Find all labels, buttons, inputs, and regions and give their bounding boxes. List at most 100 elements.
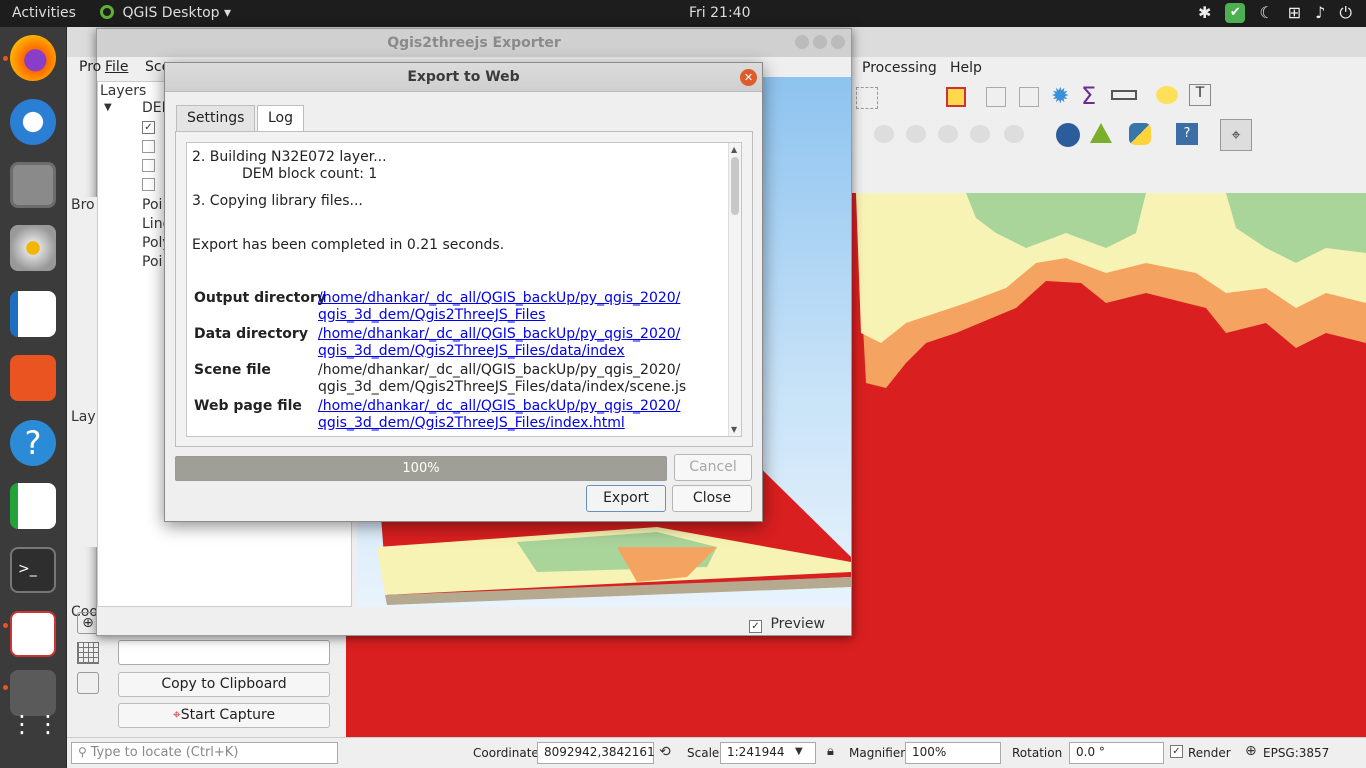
app-menu[interactable]: QGIS Desktop ▾	[100, 5, 231, 21]
preview-checkbox[interactable]: ✓	[749, 620, 762, 633]
volume-icon[interactable]: ♪	[1315, 3, 1325, 23]
export-button[interactable]: Export	[586, 485, 666, 512]
network-icon[interactable]: ⊞	[1288, 3, 1301, 23]
activities-button[interactable]: Activities	[12, 5, 76, 21]
locate-search-input[interactable]: ⚲ Type to locate (Ctrl+K)	[71, 742, 338, 764]
coordinate-field[interactable]: 8092942,3842161	[537, 742, 655, 764]
firefox-icon[interactable]	[10, 35, 56, 81]
rhythmbox-icon[interactable]	[10, 225, 56, 271]
minimize-icon[interactable]	[795, 35, 809, 49]
close-icon[interactable]	[831, 35, 845, 49]
web-page-file-link[interactable]: qgis_3d_dem/Qgis2ThreeJS_Files/index.htm…	[318, 415, 625, 431]
tab-log[interactable]: Log	[257, 105, 305, 133]
clock[interactable]: Fri 21:40	[689, 5, 750, 21]
label-tool-icon[interactable]	[938, 125, 958, 143]
preview-label: Preview	[770, 616, 825, 632]
sum-icon[interactable]: Σ	[1081, 82, 1096, 110]
help-contents-icon[interactable]: ?	[1176, 123, 1198, 145]
log-tab-pane: 2. Building N32E072 layer... DEM block c…	[175, 131, 753, 447]
update-check-icon[interactable]: ✔	[1225, 3, 1246, 23]
close-icon[interactable]: ✕	[740, 69, 757, 86]
writer-icon[interactable]	[10, 291, 56, 337]
crs-button[interactable]: EPSG:3857	[1263, 746, 1329, 760]
layer-checkbox[interactable]: ✓	[142, 121, 155, 134]
web-page-file-link[interactable]: /home/dhankar/_dc_all/QGIS_backUp/py_qgi…	[318, 398, 680, 414]
menu-processing[interactable]: Processing	[862, 60, 937, 76]
tip-icon[interactable]	[1156, 86, 1178, 104]
layer-styling-label: Lay	[71, 409, 96, 425]
grid-icon[interactable]	[77, 642, 99, 664]
night-light-icon[interactable]: ☾	[1259, 3, 1273, 23]
crosshair-tool-icon[interactable]: ⌖	[1220, 119, 1252, 151]
log-scrollbar[interactable]: ▲ ▼	[728, 143, 741, 436]
crs-icon[interactable]: ⊕	[1245, 743, 1257, 759]
triangle-plugin-icon[interactable]	[1090, 123, 1112, 143]
menu-help[interactable]: Help	[950, 60, 982, 76]
text-annotation-icon[interactable]: T	[1189, 84, 1211, 106]
point-cloud-layer-label: Poi	[142, 254, 163, 270]
log-view[interactable]: 2. Building N32E072 layer... DEM block c…	[186, 142, 742, 437]
scroll-down-icon[interactable]: ▼	[731, 425, 737, 434]
thunderbird-icon[interactable]	[10, 99, 56, 145]
show-applications-icon[interactable]: ⋮⋮⋮	[10, 712, 86, 758]
python-icon[interactable]	[1129, 123, 1151, 145]
close-button[interactable]: Close	[672, 485, 752, 512]
magnifier-field[interactable]: 100%	[905, 742, 1001, 764]
globe-icon[interactable]	[1056, 123, 1080, 147]
field-calculator-icon[interactable]	[1019, 87, 1039, 107]
scroll-up-icon[interactable]: ▲	[731, 145, 737, 154]
preview-toggle[interactable]: ✓ Preview	[749, 616, 825, 633]
running-indicator	[3, 685, 8, 690]
select-tool-icon[interactable]	[856, 87, 878, 109]
label-tool-icon[interactable]	[1004, 125, 1024, 143]
output-directory-link[interactable]: /home/dhankar/_dc_all/QGIS_backUp/py_qgi…	[318, 290, 680, 306]
help-icon[interactable]: ?	[10, 420, 56, 466]
menu-file[interactable]: File	[105, 59, 128, 75]
menu-pro-partial[interactable]: Pro	[79, 59, 101, 75]
lock-icon[interactable]: 🔒︎	[827, 744, 834, 759]
tree-expand-icon[interactable]: ▼	[104, 102, 112, 113]
settings-gear-icon[interactable]: ✹	[1051, 84, 1069, 109]
scrollbar-thumb[interactable]	[731, 157, 739, 215]
coordinate-label: Coordinate	[473, 746, 539, 760]
software-center-icon[interactable]	[10, 355, 56, 401]
qgis-toolbar-row1: ✹ Σ T	[846, 82, 1366, 114]
tab-settings[interactable]: Settings	[176, 105, 256, 132]
start-capture-button[interactable]: ⌖Start Capture	[118, 703, 330, 728]
data-directory-link[interactable]: /home/dhankar/_dc_all/QGIS_backUp/py_qgi…	[318, 326, 680, 342]
output-directory-link[interactable]: qgis_3d_dem/Qgis2ThreeJS_Files	[318, 307, 545, 323]
terminal-icon[interactable]: >_	[10, 547, 56, 593]
document-viewer-icon[interactable]	[10, 611, 56, 657]
render-label: Render	[1188, 746, 1231, 760]
slack-icon[interactable]: ✱	[1198, 3, 1211, 23]
layer-checkbox[interactable]	[142, 178, 155, 191]
scale-dropdown-icon[interactable]: ▼	[795, 746, 803, 757]
search-icon: ⚲	[78, 745, 87, 759]
coordinate-output-field[interactable]	[118, 640, 330, 665]
cancel-button[interactable]: Cancel	[674, 454, 752, 481]
mouse-tracking-icon[interactable]	[77, 672, 99, 694]
dock: ? >_ ⋮⋮⋮	[0, 27, 86, 768]
label-tool-icon[interactable]	[970, 125, 990, 143]
attribute-table-icon[interactable]	[986, 87, 1006, 107]
measure-icon[interactable]	[1111, 90, 1137, 100]
maximize-icon[interactable]	[813, 35, 827, 49]
log-line: Export has been completed in 0.21 second…	[192, 237, 505, 253]
toggle-extents-icon[interactable]: ⟲	[659, 744, 671, 760]
render-checkbox[interactable]: ✓	[1170, 745, 1183, 758]
label-tool-icon[interactable]	[906, 125, 926, 143]
files-icon[interactable]	[10, 162, 56, 208]
deselect-icon[interactable]	[946, 87, 966, 107]
log-line: 3. Copying library files...	[192, 193, 363, 209]
locate-placeholder: Type to locate (Ctrl+K)	[90, 745, 239, 760]
log-line: 2. Building N32E072 layer...	[192, 149, 387, 165]
copy-to-clipboard-button[interactable]: Copy to Clipboard	[118, 672, 330, 697]
calc-icon[interactable]	[10, 483, 56, 529]
layer-checkbox[interactable]	[142, 159, 155, 172]
browser-panel-label: Bro	[71, 197, 95, 213]
layer-checkbox[interactable]	[142, 140, 155, 153]
rotation-field[interactable]: 0.0 °	[1069, 742, 1164, 764]
label-tool-icon[interactable]	[874, 125, 894, 143]
power-icon[interactable]: ⏻	[1339, 3, 1352, 23]
data-directory-link[interactable]: qgis_3d_dem/Qgis2ThreeJS_Files/data/inde…	[318, 343, 625, 359]
